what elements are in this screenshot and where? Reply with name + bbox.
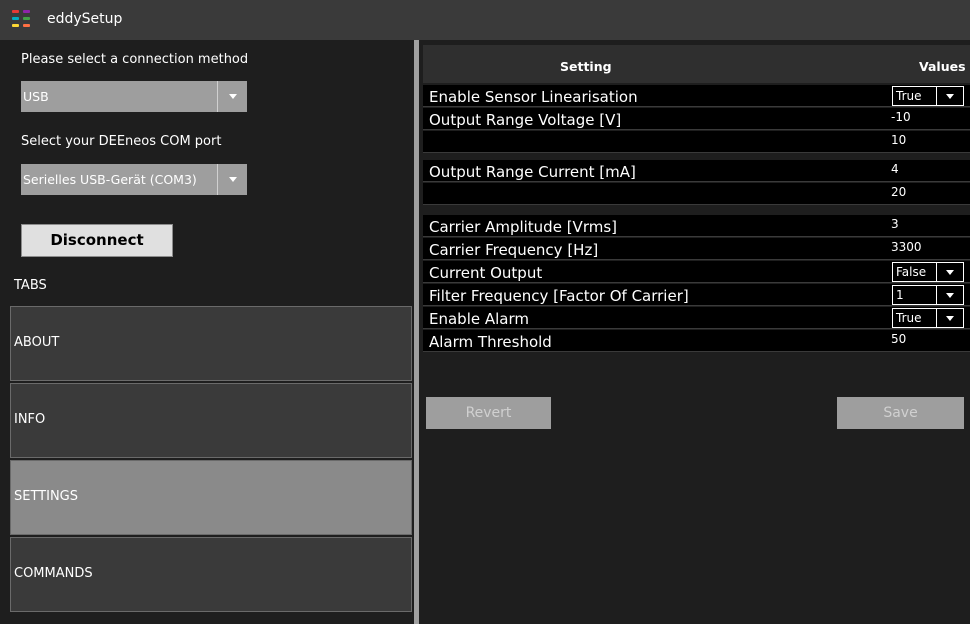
- settings-row: Output Range Voltage [V] -10: [423, 108, 970, 130]
- chevron-down-icon: [229, 94, 237, 99]
- settings-row: Current Output False: [423, 261, 970, 283]
- setting-name: Enable Sensor Linearisation: [429, 88, 638, 106]
- setting-value-input[interactable]: 20: [891, 185, 906, 199]
- combo-separator: [217, 164, 218, 195]
- com-port-select[interactable]: Serielles USB-Gerät (COM3): [21, 164, 247, 195]
- settings-row: Filter Frequency [Factor Of Carrier] 1: [423, 284, 970, 306]
- setting-value-input[interactable]: -10: [891, 110, 911, 124]
- tab-label: COMMANDS: [14, 566, 93, 581]
- tab-label: ABOUT: [14, 335, 60, 350]
- connection-method-select[interactable]: USB: [21, 81, 247, 112]
- setting-name: Filter Frequency [Factor Of Carrier]: [429, 287, 689, 305]
- setting-value-input[interactable]: 3: [891, 217, 899, 231]
- settings-row: Carrier Frequency [Hz] 3300: [423, 238, 970, 260]
- chevron-down-icon: [946, 293, 954, 298]
- disconnect-button[interactable]: Disconnect: [21, 224, 173, 257]
- column-header-setting[interactable]: Setting: [560, 59, 612, 74]
- com-port-label: Select your DEEneos COM port: [21, 134, 222, 149]
- connection-method-label: Please select a connection method: [21, 52, 249, 67]
- setting-value-input[interactable]: 10: [891, 133, 906, 147]
- setting-name: Carrier Amplitude [Vrms]: [429, 218, 617, 236]
- dropdown-value: True: [896, 311, 922, 325]
- dropdown-separator: [936, 309, 937, 327]
- dropdown-separator: [936, 286, 937, 304]
- revert-button[interactable]: Revert: [426, 397, 551, 429]
- combo-separator: [217, 81, 218, 112]
- dropdown-value: 1: [896, 288, 904, 302]
- setting-name: Alarm Threshold: [429, 333, 552, 351]
- setting-value-dropdown[interactable]: False: [892, 262, 964, 282]
- app-title: eddySetup: [47, 11, 123, 27]
- setting-value-input[interactable]: 4: [891, 162, 899, 176]
- chevron-down-icon: [946, 94, 954, 99]
- setting-value-dropdown[interactable]: True: [892, 308, 964, 328]
- setting-value-input[interactable]: 50: [891, 332, 906, 346]
- dropdown-separator: [936, 263, 937, 281]
- tabs-heading: TABS: [14, 278, 47, 293]
- column-header-values[interactable]: Values: [919, 59, 966, 74]
- tab-commands[interactable]: COMMANDS: [10, 537, 412, 612]
- setting-value-input[interactable]: 3300: [891, 240, 922, 254]
- title-bar: eddySetup: [0, 0, 970, 40]
- chevron-down-icon: [229, 177, 237, 182]
- tab-about[interactable]: ABOUT: [10, 306, 412, 381]
- setting-name: Enable Alarm: [429, 310, 529, 328]
- settings-grid-header: Setting Values: [423, 45, 970, 83]
- settings-row: Alarm Threshold 50: [423, 330, 970, 352]
- settings-row: Enable Alarm True: [423, 307, 970, 329]
- connection-method-value: USB: [23, 89, 49, 104]
- settings-row: Enable Sensor Linearisation True: [423, 85, 970, 107]
- dropdown-value: False: [896, 265, 927, 279]
- setting-value-dropdown[interactable]: 1: [892, 285, 964, 305]
- setting-name: Carrier Frequency [Hz]: [429, 241, 599, 259]
- setting-name: Output Range Voltage [V]: [429, 111, 622, 129]
- settings-row: Output Range Current [mA] 4: [423, 160, 970, 182]
- tab-label: SETTINGS: [14, 489, 79, 504]
- dropdown-separator: [936, 87, 937, 105]
- chevron-down-icon: [946, 316, 954, 321]
- tab-label: INFO: [14, 412, 46, 427]
- settings-row: 10: [423, 131, 970, 153]
- setting-value-dropdown[interactable]: True: [892, 86, 964, 106]
- settings-panel: Setting Values Enable Sensor Linearisati…: [419, 40, 970, 624]
- com-port-value: Serielles USB-Gerät (COM3): [23, 172, 197, 187]
- setting-name: Current Output: [429, 264, 543, 282]
- settings-row: Carrier Amplitude [Vrms] 3: [423, 215, 970, 237]
- settings-row: 20: [423, 183, 970, 205]
- chevron-down-icon: [946, 270, 954, 275]
- save-button[interactable]: Save: [837, 397, 964, 429]
- setting-name: Output Range Current [mA]: [429, 163, 636, 181]
- dropdown-value: True: [896, 89, 922, 103]
- app-logo-icon: [12, 10, 34, 32]
- connection-panel: Please select a connection method USB Se…: [0, 40, 414, 624]
- tab-settings[interactable]: SETTINGS: [10, 460, 412, 535]
- tab-info[interactable]: INFO: [10, 383, 412, 458]
